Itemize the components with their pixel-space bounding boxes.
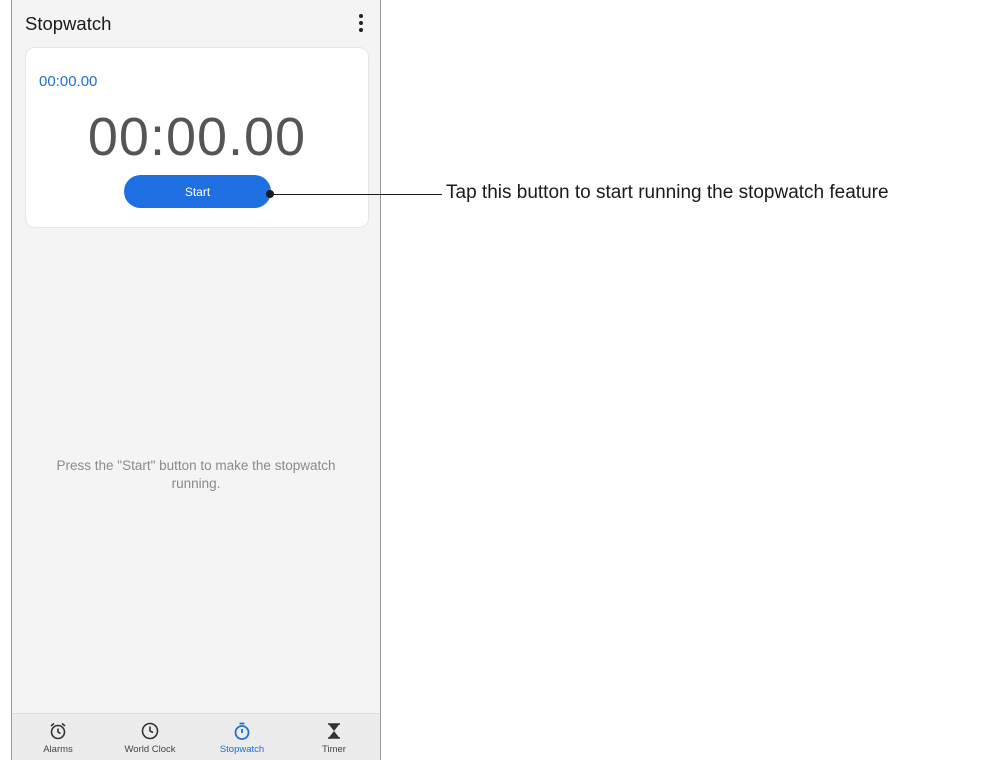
tab-world-clock-label: World Clock — [124, 744, 176, 755]
tab-stopwatch[interactable]: Stopwatch — [196, 714, 288, 760]
stopwatch-icon — [234, 722, 250, 740]
phone-screen: Stopwatch 00:00.00 00:00.00 Start Press … — [11, 0, 381, 760]
more-vert-icon — [359, 14, 363, 18]
app-bar: Stopwatch — [12, 0, 380, 44]
main-time-display: 00:00.00 — [87, 107, 307, 167]
start-button[interactable]: Start — [124, 175, 271, 208]
alarm-icon — [50, 722, 66, 740]
stopwatch-card: 00:00.00 00:00.00 Start — [25, 47, 369, 228]
callout-annotation: Tap this button to start running the sto… — [446, 182, 889, 203]
tab-timer[interactable]: Timer — [288, 714, 380, 760]
tab-alarms-label: Alarms — [43, 744, 73, 755]
tab-timer-label: Timer — [322, 744, 346, 755]
tab-alarms[interactable]: Alarms — [12, 714, 104, 760]
page-title: Stopwatch — [25, 13, 112, 34]
empty-hint: Press the "Start" button to make the sto… — [56, 458, 336, 491]
tab-stopwatch-label: Stopwatch — [219, 744, 265, 755]
lap-time: 00:00.00 — [39, 73, 98, 90]
clock-icon — [141, 722, 159, 740]
more-options-button[interactable] — [352, 12, 370, 34]
hourglass-icon — [328, 723, 340, 739]
tab-world-clock[interactable]: World Clock — [104, 714, 196, 760]
bottom-navigation: Alarms World Clock Stopwatch Timer — [12, 713, 380, 760]
callout-line — [270, 194, 442, 195]
